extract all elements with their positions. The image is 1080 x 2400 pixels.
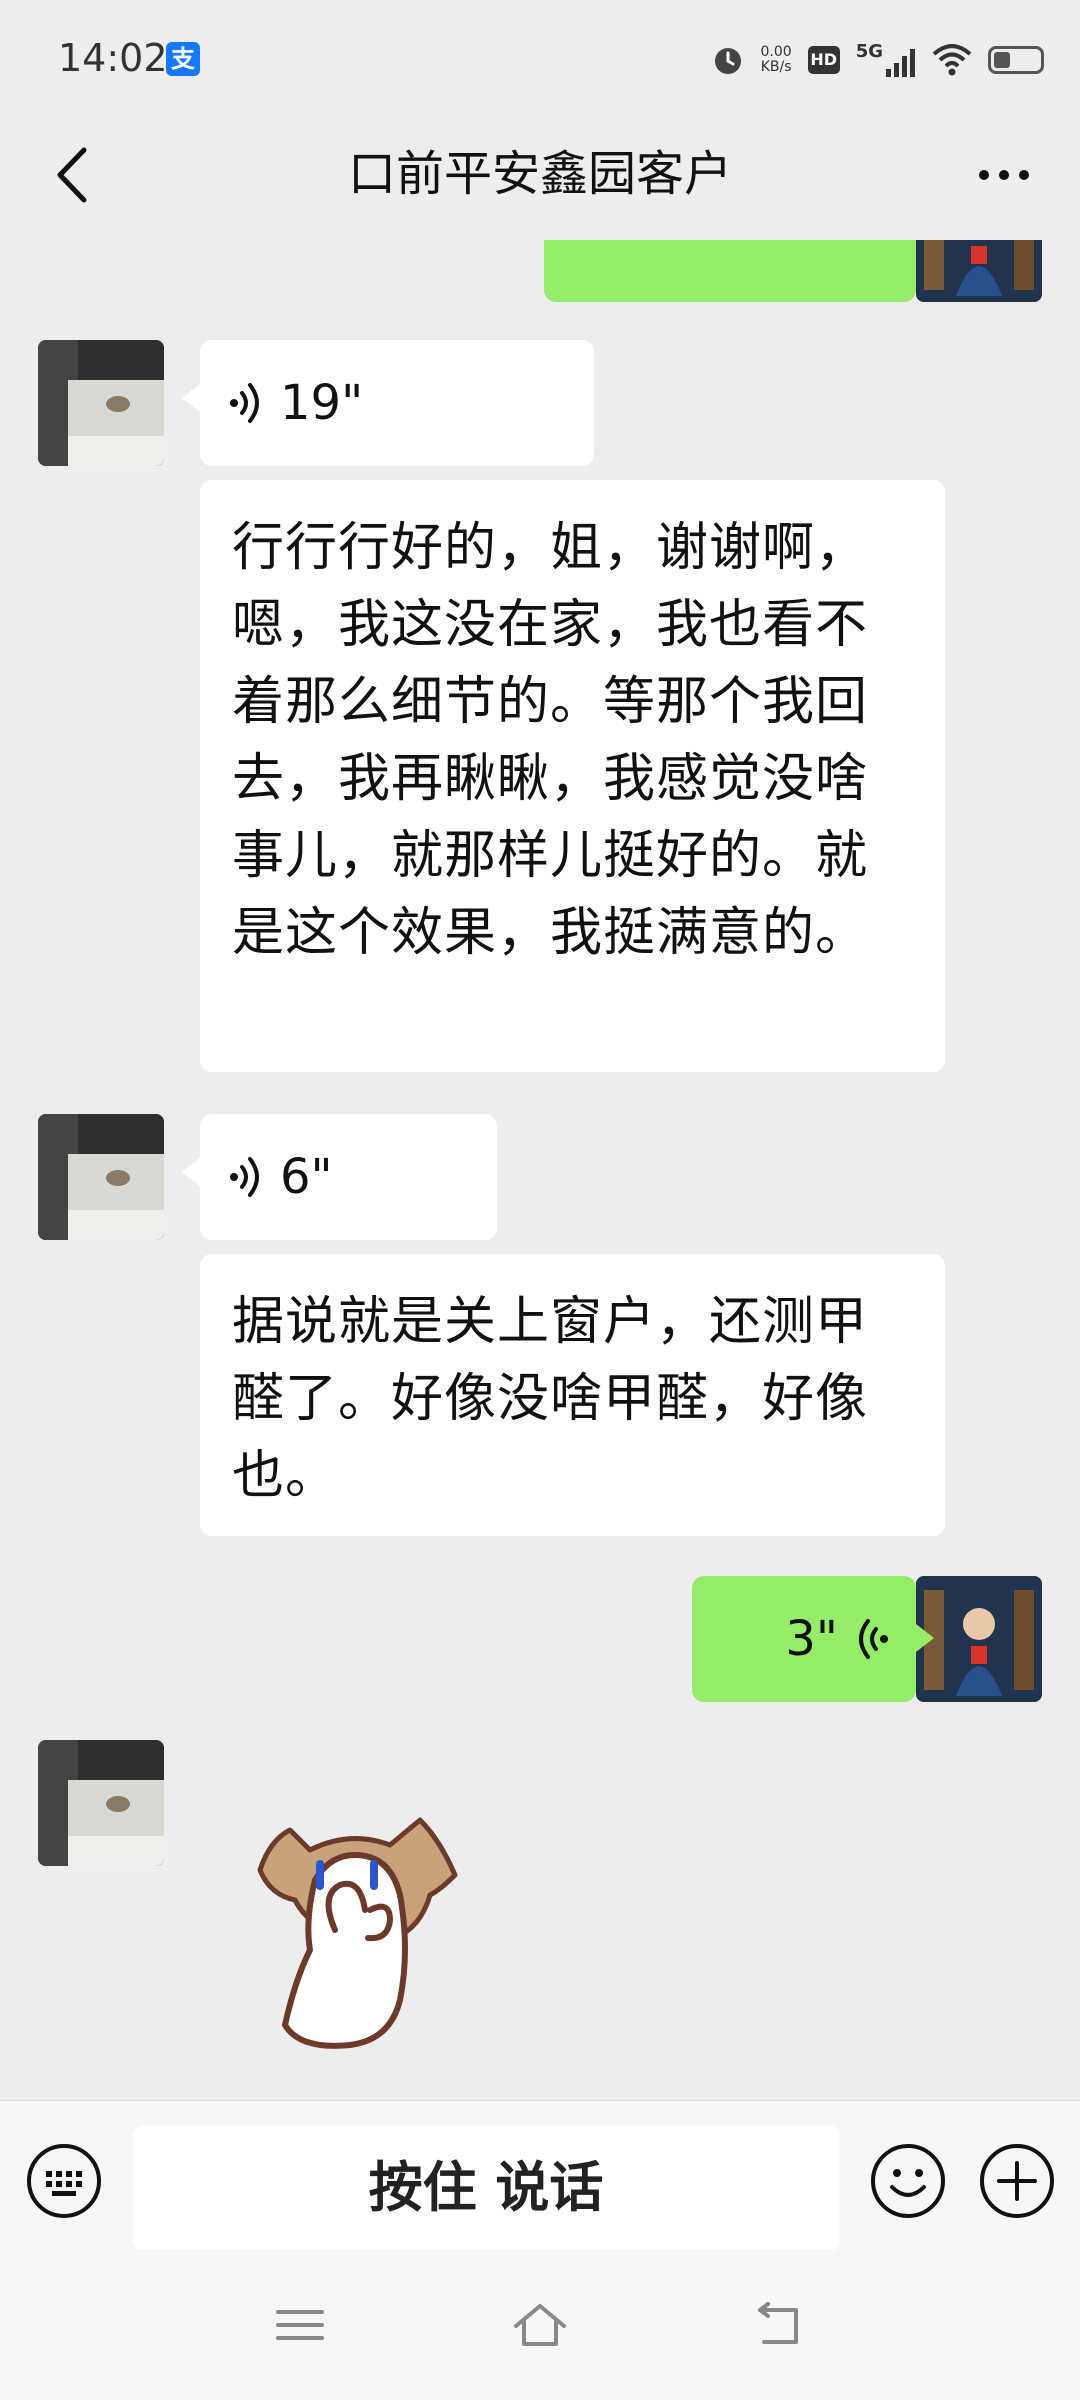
chat-header: 口前平安鑫园客户 — [0, 110, 1080, 240]
voice-message-partial[interactable] — [544, 240, 916, 302]
voice-duration: 19" — [280, 375, 364, 431]
battery-icon — [988, 46, 1044, 74]
back-nav-icon[interactable] — [750, 2300, 810, 2350]
status-time: 14:02 — [58, 36, 168, 80]
voice-wave-icon — [230, 1157, 259, 1197]
alipay-icon: 支 — [166, 42, 200, 76]
message-list[interactable]: 19" 行行行好的，姐，谢谢啊，嗯，我这没在家，我也看不着那么细节的。等那个我回… — [0, 240, 1080, 2100]
plus-icon[interactable] — [977, 2141, 1057, 2221]
home-icon[interactable] — [510, 2300, 570, 2350]
status-icons: 0.00 KB/s HD 5G — [711, 38, 1044, 82]
signal-icon: 5G — [856, 43, 916, 77]
net-speed-value: 0.00 — [760, 44, 792, 60]
voice-wave-icon — [230, 383, 259, 423]
more-icon[interactable] — [964, 140, 1044, 210]
voice-message[interactable]: 3" — [692, 1576, 934, 1702]
net-speed-unit: KB/s — [760, 59, 792, 75]
voice-duration: 6" — [280, 1149, 333, 1205]
network-type: 5G — [855, 41, 883, 62]
signal-bars-icon — [886, 49, 915, 77]
voice-message[interactable]: 19" — [182, 340, 594, 466]
contact-avatar[interactable] — [38, 1114, 164, 1240]
voice-wave-icon — [859, 1619, 888, 1659]
voice-transcript[interactable]: 行行行好的，姐，谢谢啊，嗯，我这没在家，我也看不着那么细节的。等那个我回去，我再… — [200, 480, 945, 1072]
my-avatar[interactable] — [916, 240, 1042, 302]
cat-sticker[interactable] — [240, 1800, 500, 2060]
hd-icon: HD — [807, 46, 840, 74]
chat-screen: 14:02 支 0.00 KB/s HD 5G 口前平安鑫园客户 19" 行行行… — [0, 0, 1080, 2400]
wifi-icon — [932, 44, 972, 76]
voice-message[interactable]: 6" — [182, 1114, 497, 1240]
voice-transcript[interactable]: 据说就是关上窗户，还测甲醛了。好像没啥甲醛，好像也。 — [200, 1254, 945, 1536]
menu-icon[interactable] — [270, 2300, 330, 2350]
my-avatar[interactable] — [916, 1576, 1042, 1702]
voice-duration: 3" — [785, 1611, 838, 1667]
keyboard-icon[interactable] — [24, 2141, 104, 2221]
input-bar: 按住 说话 — [0, 2100, 1080, 2251]
contact-avatar[interactable] — [38, 1740, 164, 1866]
system-nav-bar — [0, 2250, 1080, 2400]
alarm-icon — [714, 48, 741, 74]
back-arrow-icon[interactable] — [44, 140, 104, 210]
contact-avatar[interactable] — [38, 340, 164, 466]
status-bar: 14:02 支 0.00 KB/s HD 5G — [0, 0, 1080, 110]
hold-to-talk-button[interactable]: 按住 说话 — [133, 2125, 839, 2251]
emoji-icon[interactable] — [868, 2141, 948, 2221]
net-speed: 0.00 KB/s — [761, 45, 792, 75]
chat-title: 口前平安鑫园客户 — [347, 146, 732, 202]
